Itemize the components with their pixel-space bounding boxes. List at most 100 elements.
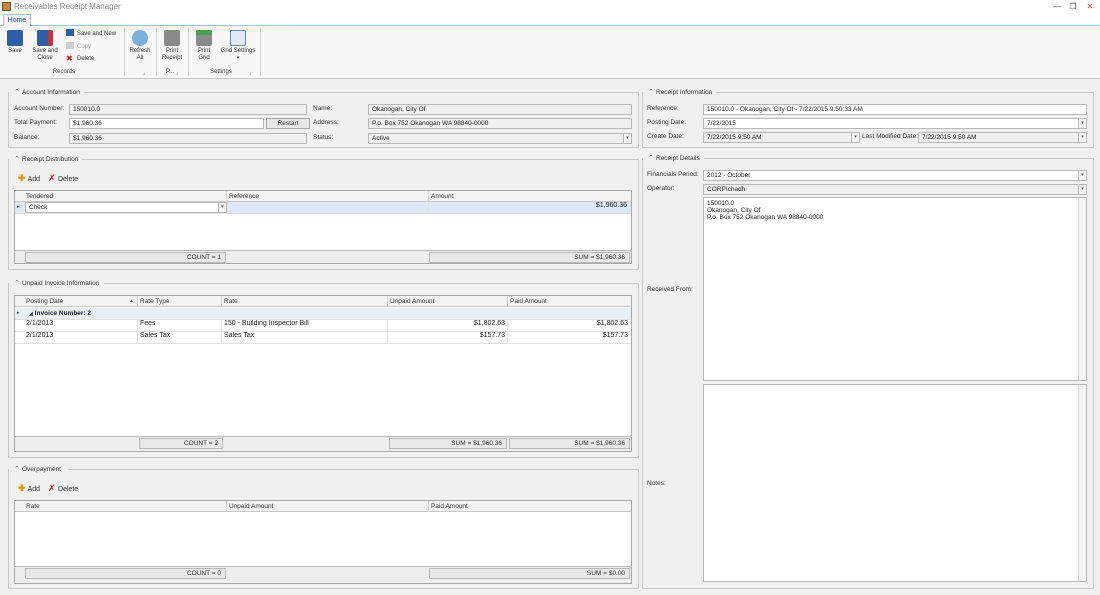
address-field[interactable]: P.o. Box 752 Okanogan WA 98840-0000 bbox=[368, 118, 632, 129]
copy-label: Copy bbox=[77, 44, 92, 50]
title-bar bbox=[0, 0, 1100, 14]
settings-launcher[interactable]: ⌟ bbox=[249, 70, 251, 76]
settings-group-label: Settings bbox=[210, 69, 232, 75]
window-title: Receivables Receipt Manager bbox=[14, 2, 121, 11]
delete-icon: ✗ bbox=[48, 173, 56, 183]
create-date-label: Create Date: bbox=[647, 133, 684, 140]
column-header-rate-type[interactable]: Rate Type bbox=[138, 296, 222, 307]
chevron-down-icon[interactable]: ▾ bbox=[218, 203, 226, 212]
received-from-scrollbar[interactable] bbox=[1078, 198, 1086, 380]
column-header-reference[interactable]: Reference bbox=[227, 191, 429, 202]
ribbon-delete-button[interactable]: ✖ Delete bbox=[66, 55, 94, 64]
posting-date-cell[interactable]: 2/1/2013 bbox=[24, 320, 138, 332]
chevron-down-icon[interactable]: ▾ bbox=[851, 133, 859, 142]
reference-field[interactable]: 150010.0 - Okanogan, City Of - 7/22/2015… bbox=[703, 104, 1087, 115]
column-header-rate[interactable]: Rate bbox=[222, 296, 388, 307]
grid-settings-icon bbox=[230, 30, 246, 46]
print-grid-label-2: Grid bbox=[198, 55, 210, 61]
posting-date-value: 7/22/2015 bbox=[707, 120, 736, 127]
name-field[interactable]: Okanogan, City Of bbox=[368, 104, 632, 115]
chevron-down-icon[interactable]: ▾ bbox=[623, 134, 631, 143]
save-button[interactable]: Save bbox=[4, 30, 26, 55]
refresh-label-2: All bbox=[136, 55, 144, 61]
notes-textarea[interactable] bbox=[703, 384, 1087, 582]
create-date-value: 7/22/2015 9:50 AM bbox=[707, 134, 762, 141]
column-header-paid-amount[interactable]: Paid Amount bbox=[508, 296, 631, 307]
balance-field[interactable]: $1,960.36 bbox=[69, 133, 307, 144]
tab-home[interactable]: Home bbox=[3, 14, 31, 26]
column-header-posting-date[interactable]: Posting Date ▲ bbox=[24, 296, 138, 307]
rate-cell[interactable]: Sales Tax bbox=[222, 332, 388, 344]
overpayment-delete-button[interactable]: ✗ Delete bbox=[48, 484, 78, 495]
column-header-tendered[interactable]: Tendered bbox=[24, 191, 227, 202]
posting-date-label: Posting Date: bbox=[647, 119, 687, 126]
operator-value: CORP\chadh bbox=[707, 186, 746, 193]
operator-select[interactable]: CORP\chadh ▾ bbox=[703, 184, 1087, 195]
copy-icon bbox=[66, 42, 74, 49]
group-row[interactable] bbox=[15, 308, 631, 320]
restart-button[interactable]: Restart bbox=[266, 118, 310, 129]
restore-button[interactable]: ❐ bbox=[1066, 1, 1080, 12]
paid-amount-cell[interactable]: $1,802.63 bbox=[508, 320, 630, 332]
amount-cell[interactable]: $1,960.36 bbox=[429, 202, 630, 214]
save-and-close-button[interactable]: Save and Close bbox=[30, 30, 60, 62]
account-number-label: Account Number: bbox=[14, 105, 65, 112]
records-launcher[interactable]: ⌟ bbox=[143, 70, 145, 76]
unpaid-count: COUNT = 2 bbox=[139, 438, 223, 449]
rate-type-cell[interactable]: Sales Tax bbox=[138, 332, 222, 344]
print-launcher[interactable]: ⌟ bbox=[176, 70, 178, 76]
rate-cell[interactable]: 150 - Building Inspector Bill bbox=[222, 320, 388, 332]
column-header-paid-amount[interactable]: Paid Amount bbox=[429, 501, 631, 512]
minimize-button[interactable]: — bbox=[1050, 1, 1064, 12]
chevron-down-icon[interactable]: ▾ bbox=[1078, 133, 1086, 142]
posting-date-cell[interactable]: 2/1/2013 bbox=[24, 332, 138, 344]
overpayment-add-button[interactable]: ✚ Add bbox=[18, 484, 40, 495]
refresh-all-button[interactable]: Refresh All bbox=[127, 30, 153, 62]
last-modified-value: 7/22/2015 9:50 AM bbox=[922, 134, 977, 141]
ribbon-separator bbox=[124, 28, 125, 76]
notes-scrollbar[interactable] bbox=[1078, 385, 1086, 581]
distribution-add-button[interactable]: ✚ Add bbox=[18, 174, 40, 185]
financials-period-value: 2012 - October bbox=[707, 172, 751, 179]
column-header-unpaid-amount[interactable]: Unpaid Amount bbox=[227, 501, 429, 512]
unpaid-amount-cell[interactable]: $157.73 bbox=[388, 332, 508, 344]
add-icon: ✚ bbox=[18, 173, 26, 183]
save-and-new-label: Save and New bbox=[77, 31, 117, 37]
save-icon bbox=[7, 30, 23, 46]
column-header-unpaid-amount[interactable]: Unpaid Amount bbox=[388, 296, 508, 307]
add-icon: ✚ bbox=[18, 483, 26, 493]
financials-period-label: Financials Period: bbox=[647, 171, 699, 178]
close-button[interactable]: ✕ bbox=[1083, 1, 1097, 12]
total-payment-field[interactable]: $1,960.36 bbox=[69, 118, 264, 129]
distribution-count: COUNT = 1 bbox=[25, 252, 226, 263]
chevron-down-icon[interactable]: ▾ bbox=[1078, 119, 1086, 128]
unpaid-amount-cell[interactable]: $1,802.63 bbox=[388, 320, 508, 332]
print-receipt-label-2: Receipt bbox=[161, 55, 183, 61]
print-receipt-label-1: Print bbox=[165, 48, 179, 54]
ribbon-separator bbox=[188, 28, 189, 76]
rate-type-cell[interactable]: Fees bbox=[138, 320, 222, 332]
save-and-new-button[interactable]: Save and New bbox=[66, 29, 116, 38]
tendered-select[interactable]: Check ▾ bbox=[25, 202, 227, 213]
chevron-down-icon[interactable]: ▾ bbox=[1078, 171, 1086, 180]
column-header-rate[interactable]: Rate bbox=[24, 501, 227, 512]
reference-cell[interactable] bbox=[227, 202, 429, 214]
copy-button[interactable]: Copy bbox=[66, 42, 91, 51]
distribution-delete-button[interactable]: ✗ Delete bbox=[48, 174, 78, 185]
print-receipt-button[interactable]: Print Receipt bbox=[159, 30, 185, 62]
financials-period-select[interactable]: 2012 - October ▾ bbox=[703, 170, 1087, 181]
received-from-textarea[interactable]: 150010.0 Okanogan, City Of P.o. Box 752 … bbox=[703, 197, 1087, 381]
overpayment-sum: SUM = $0.00 bbox=[429, 568, 630, 579]
paid-amount-cell[interactable]: $157.73 bbox=[508, 332, 630, 344]
posting-date-picker[interactable]: 7/22/2015 ▾ bbox=[703, 118, 1087, 129]
invoice-group-label[interactable]: ◢ Invoice Number: 2 bbox=[29, 310, 91, 318]
last-modified-picker[interactable]: 7/22/2015 9:50 AM ▾ bbox=[918, 132, 1087, 143]
column-header-amount[interactable]: Amount bbox=[429, 191, 631, 202]
chevron-down-icon[interactable]: ▾ bbox=[1078, 185, 1086, 194]
create-date-picker[interactable]: 7/22/2015 9:50 AM ▾ bbox=[703, 132, 860, 143]
status-select[interactable]: Active ▾ bbox=[368, 133, 632, 144]
operator-label: Operator: bbox=[647, 185, 675, 192]
grid-settings-button[interactable]: Grid Settings ▾ bbox=[219, 30, 257, 62]
account-number-field[interactable]: 150010.0 bbox=[69, 104, 307, 115]
print-grid-button[interactable]: Print Grid bbox=[192, 30, 216, 62]
